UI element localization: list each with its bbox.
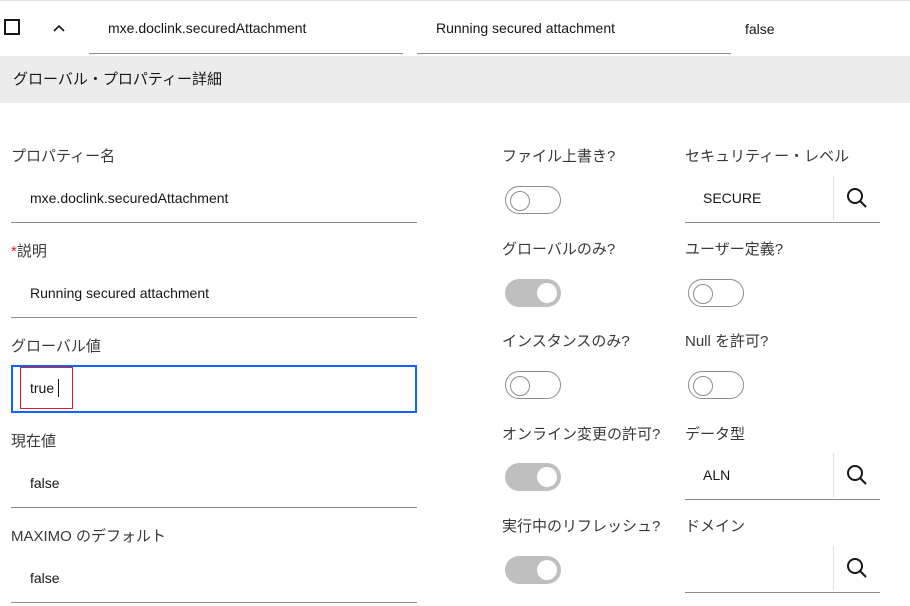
row-description: Running secured attachment: [436, 20, 615, 36]
description-underline: [11, 317, 417, 318]
text-caret: [58, 379, 59, 397]
toggle-knob: [537, 283, 557, 303]
global-value-text[interactable]: true: [30, 380, 54, 396]
file-overwrite-toggle[interactable]: [505, 186, 561, 214]
maximo-default-underline: [11, 602, 417, 603]
search-icon[interactable]: [846, 557, 868, 579]
lookup-divider: [833, 546, 834, 590]
toggle-knob: [537, 560, 557, 580]
lookup-divider: [833, 176, 834, 220]
global-value-label: グローバル値: [11, 338, 101, 355]
security-level-field[interactable]: SECURE: [703, 190, 761, 206]
property-name-underline: [11, 222, 417, 223]
row-select-checkbox[interactable]: [4, 19, 20, 35]
toggle-knob: [510, 376, 530, 396]
instance-only-label: インスタンスのみ?: [502, 333, 630, 350]
global-only-toggle[interactable]: [505, 279, 561, 307]
current-value-field: false: [30, 475, 60, 491]
lookup-divider: [833, 453, 834, 497]
user-defined-toggle[interactable]: [688, 279, 744, 307]
null-allowed-label: Null を許可?: [685, 333, 769, 350]
property-name-label: プロパティー名: [11, 148, 116, 165]
description-label-text: 説明: [16, 243, 47, 260]
online-change-toggle[interactable]: [505, 463, 561, 491]
online-change-label: オンライン変更の許可?: [502, 426, 661, 443]
section-title: グローバル・プロパティー詳細: [0, 56, 910, 103]
toggle-knob: [693, 284, 713, 304]
chevron-up-icon[interactable]: [52, 23, 66, 33]
live-refresh-label: 実行中のリフレッシュ?: [502, 518, 661, 535]
toggle-knob: [693, 376, 713, 396]
user-defined-label: ユーザー定義?: [685, 241, 784, 258]
search-icon[interactable]: [846, 187, 868, 209]
search-icon[interactable]: [846, 464, 868, 486]
row-current-value: false: [745, 21, 775, 37]
domain-label: ドメイン: [685, 518, 746, 535]
description-field[interactable]: Running secured attachment: [30, 285, 209, 301]
file-overwrite-label: ファイル上書き?: [502, 148, 616, 165]
domain-underline: [685, 592, 880, 593]
null-allowed-toggle[interactable]: [688, 371, 744, 399]
description-label: *説明: [11, 240, 47, 261]
maximo-default-field: false: [30, 570, 60, 586]
instance-only-toggle[interactable]: [505, 371, 561, 399]
table-row: mxe.doclink.securedAttachment Running se…: [0, 0, 910, 57]
live-refresh-toggle[interactable]: [505, 556, 561, 584]
toggle-knob: [510, 191, 530, 211]
security-level-label: セキュリティー・レベル: [685, 148, 850, 165]
data-type-label: データ型: [685, 426, 746, 443]
current-value-underline: [11, 507, 417, 508]
toggle-knob: [537, 467, 557, 487]
maximo-default-label: MAXIMO のデフォルト: [11, 528, 167, 545]
security-level-underline: [685, 222, 880, 223]
row-property-name: mxe.doclink.securedAttachment: [108, 20, 307, 36]
global-only-label: グローバルのみ?: [502, 241, 616, 258]
data-type-field[interactable]: ALN: [703, 467, 730, 483]
current-value-label: 現在値: [11, 433, 57, 450]
data-type-underline: [685, 499, 880, 500]
property-name-field: mxe.doclink.securedAttachment: [30, 190, 229, 206]
